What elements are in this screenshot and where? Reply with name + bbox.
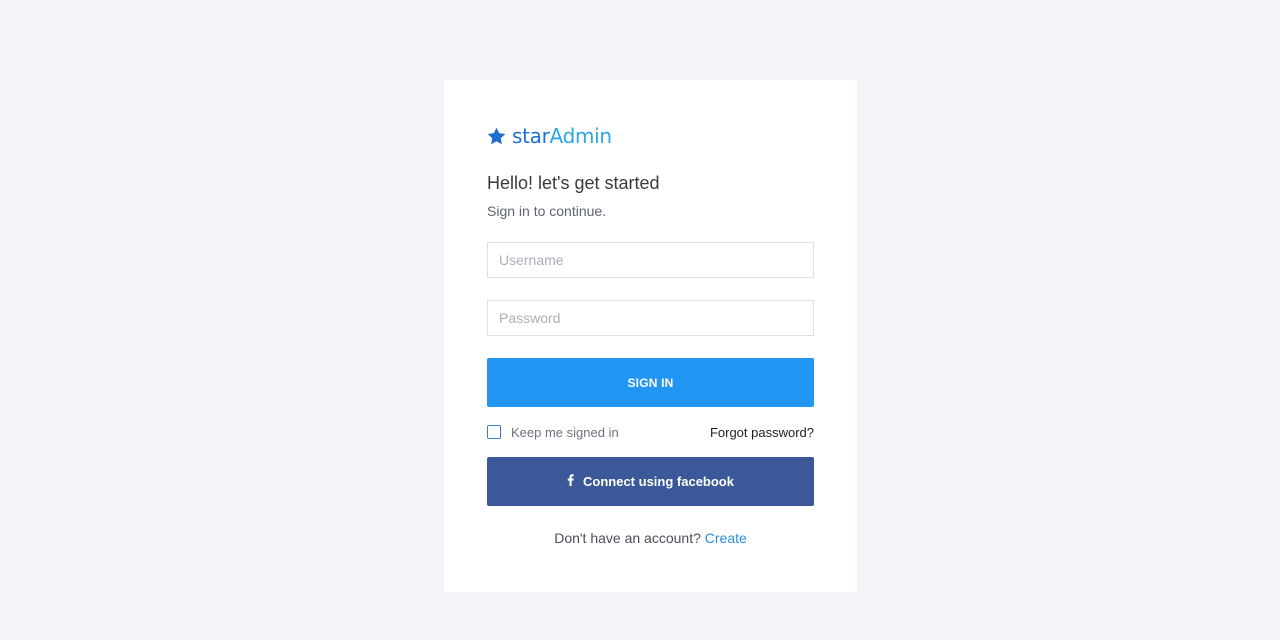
signup-prompt: Don't have an account?	[554, 530, 705, 546]
username-input[interactable]	[487, 242, 814, 278]
login-card: starAdmin Hello! let's get started Sign …	[444, 80, 857, 592]
facebook-icon	[567, 474, 574, 489]
brand-name-part2: Admin	[549, 124, 613, 148]
create-account-link[interactable]: Create	[705, 530, 747, 546]
keep-signed-in-checkbox[interactable]	[487, 425, 501, 439]
forgot-password-link[interactable]: Forgot password?	[710, 425, 814, 440]
page-subtitle: Sign in to continue.	[487, 203, 607, 219]
sign-in-button[interactable]: SIGN IN	[487, 358, 814, 407]
options-row: Keep me signed in Forgot password?	[487, 423, 814, 441]
password-input[interactable]	[487, 300, 814, 336]
brand-name-part1: star	[512, 124, 550, 148]
page-title: Hello! let's get started	[487, 173, 660, 193]
facebook-connect-label: Connect using facebook	[583, 474, 734, 489]
star-icon	[487, 127, 506, 145]
facebook-connect-button[interactable]: Connect using facebook	[487, 457, 814, 506]
keep-signed-in-label: Keep me signed in	[511, 424, 619, 440]
signup-row: Don't have an account? Create	[444, 530, 857, 546]
brand-name: starAdmin	[512, 124, 612, 148]
brand-logo: starAdmin	[487, 122, 612, 150]
keep-signed-in[interactable]: Keep me signed in	[487, 425, 619, 440]
